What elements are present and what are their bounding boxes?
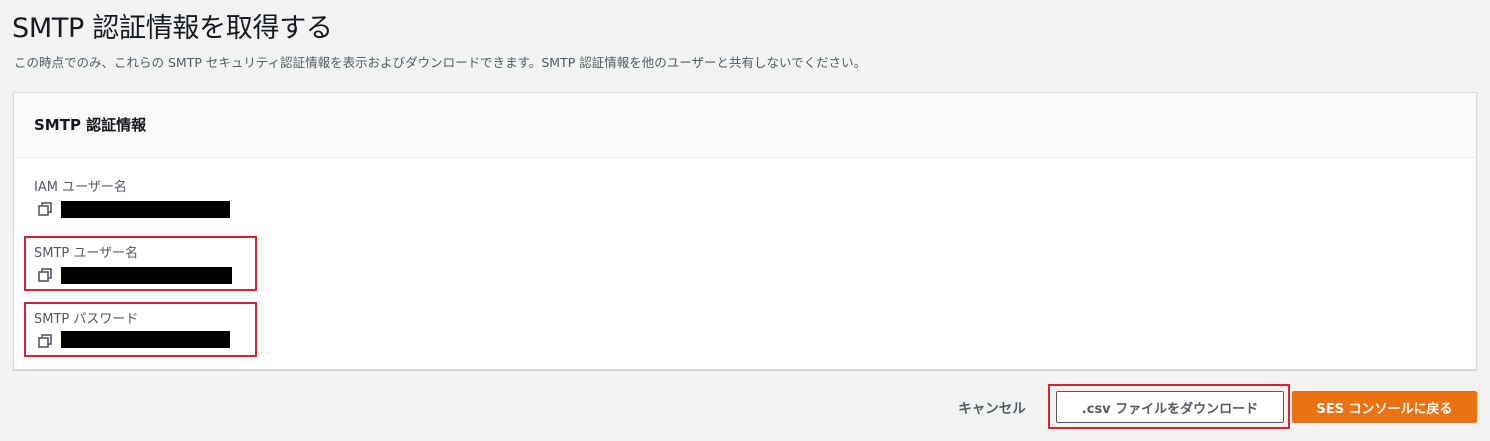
smtp-password-value-redacted [61, 331, 230, 348]
smtp-username-value-redacted [61, 267, 232, 284]
panel-title: SMTP 認証情報 [34, 116, 147, 134]
iam-username-value-redacted [61, 201, 230, 218]
copy-icon[interactable] [38, 267, 52, 282]
page: SMTP 認証情報を取得する この時点でのみ、これらの SMTP セキュリティ認… [0, 0, 1490, 441]
page-title: SMTP 認証情報を取得する [12, 13, 333, 44]
copy-icon[interactable] [38, 201, 52, 216]
cancel-button[interactable]: キャンセル [950, 391, 1034, 423]
panel-header: SMTP 認証情報 [14, 93, 1476, 158]
iam-username-label: IAM ユーザー名 [34, 180, 127, 195]
download-csv-button[interactable]: .csv ファイルをダウンロード [1056, 391, 1284, 423]
page-description: この時点でのみ、これらの SMTP セキュリティ認証情報を表示およびダウンロード… [14, 55, 867, 70]
smtp-password-label: SMTP パスワード [34, 312, 139, 327]
return-to-ses-console-button[interactable]: SES コンソールに戻る [1292, 391, 1477, 423]
smtp-username-label: SMTP ユーザー名 [34, 246, 139, 261]
copy-icon[interactable] [38, 333, 52, 348]
